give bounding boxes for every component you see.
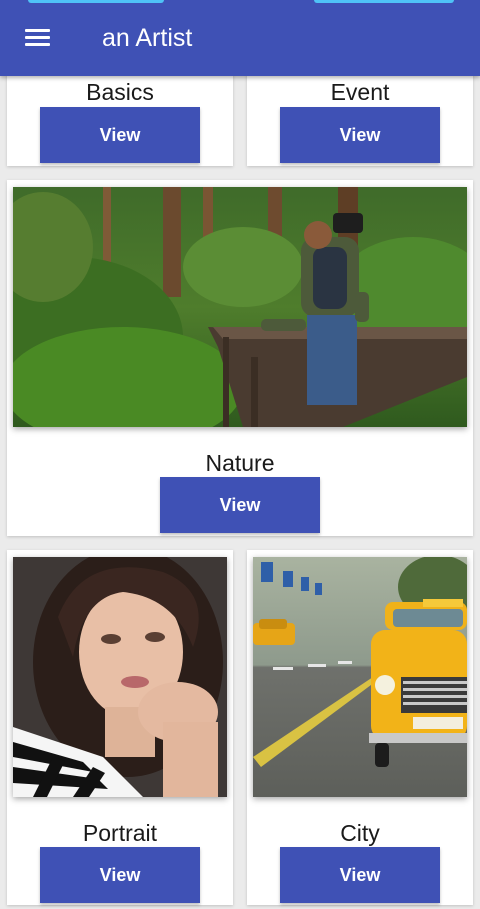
view-button-city[interactable]: View (280, 847, 440, 903)
app-title: an Artist (102, 24, 193, 52)
card-title-portrait: Portrait (82, 820, 158, 846)
status-bar-accent (28, 0, 164, 3)
status-bar-accent (314, 0, 454, 3)
forest-photographer-image (13, 187, 467, 427)
view-button-portrait[interactable]: View (40, 847, 200, 903)
card-title-nature: Nature (205, 450, 275, 476)
view-button-basics[interactable]: View (40, 107, 200, 163)
woman-portrait-image (13, 557, 227, 797)
category-card-nature: Nature View (7, 180, 473, 536)
app-bar: an Artist (0, 0, 480, 76)
hamburger-menu-icon[interactable] (25, 29, 50, 47)
yellow-taxi-street-image (253, 557, 467, 797)
view-button-event[interactable]: View (280, 107, 440, 163)
card-title-basics: Basics (86, 79, 154, 105)
category-card-city: City View (247, 550, 473, 905)
category-card-portrait: Portrait View (7, 550, 233, 905)
card-title-event: Event (330, 79, 390, 105)
card-title-city: City (340, 820, 380, 846)
view-button-nature[interactable]: View (160, 477, 320, 533)
